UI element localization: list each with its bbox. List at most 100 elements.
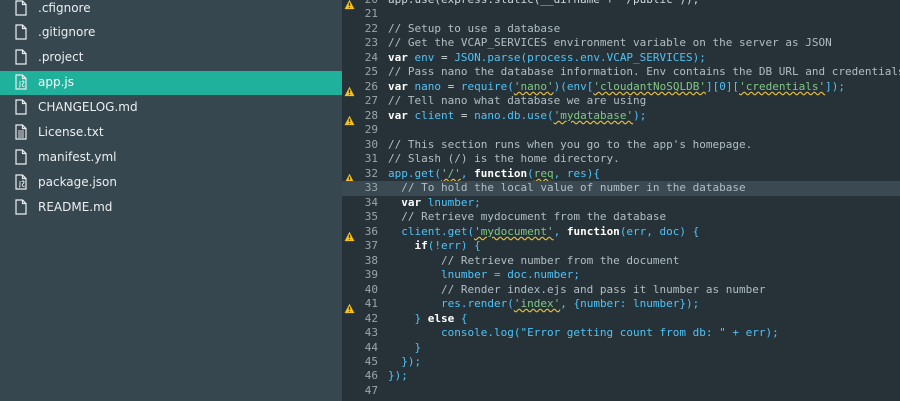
- code-token: function: [474, 166, 528, 180]
- code-token: lnumber;: [427, 195, 481, 209]
- line-number: 25: [364, 65, 378, 79]
- code-token: (!err) {: [427, 239, 481, 253]
- file-icon: [15, 149, 27, 165]
- code-line[interactable]: 24 var env = JSON.parse(process.env.VCAP_…: [342, 51, 900, 66]
- code-token: (: [527, 166, 534, 180]
- code-token: nano.db.use(: [474, 108, 554, 122]
- code-token: app.use(express.static(__dirname + '/pub…: [388, 0, 699, 6]
- code-text: console.log("Error getting count from db…: [388, 326, 779, 341]
- code-line[interactable]: 25 // Pass nano the database information.…: [342, 65, 900, 80]
- file-item[interactable]: manifest.yml: [0, 146, 342, 170]
- file-item[interactable]: License.txt: [0, 121, 342, 145]
- code-line[interactable]: 44 }: [342, 341, 900, 356]
- file-icon: [15, 24, 27, 40]
- code-token: // Render index.ejs and pass it lnumber …: [388, 282, 766, 296]
- code-line[interactable]: 40 // Render index.ejs and pass it lnumb…: [342, 283, 900, 298]
- code-token: req: [533, 166, 554, 180]
- line-number: 20: [342, 0, 378, 8]
- code-editor[interactable]: 20 app.use(express.static(__dirname + '/p…: [342, 0, 900, 401]
- file-item[interactable]: CHANGELOG.md: [0, 96, 342, 120]
- code-token: app.get(: [388, 166, 441, 180]
- file-label: License.txt: [38, 125, 104, 139]
- code-line[interactable]: 39 lnumber = doc.number;: [342, 268, 900, 283]
- file-label: .cfignore: [38, 1, 91, 15]
- file-item[interactable]: package.json: [0, 171, 342, 195]
- code-token: '/': [440, 166, 461, 180]
- line-number: 37: [364, 239, 378, 253]
- code-line[interactable]: 35 // Retrieve mydocument from the datab…: [342, 210, 900, 225]
- file-item[interactable]: .cfignore: [0, 0, 342, 21]
- code-line[interactable]: 29: [342, 123, 900, 138]
- code-line[interactable]: 42 } else {: [342, 312, 900, 327]
- line-number: 31: [364, 152, 378, 166]
- code-line[interactable]: 41 res.render('index', {number: lnumber}…: [342, 297, 900, 314]
- code-line[interactable]: 31 // Slash (/) is the home directory.: [342, 152, 900, 167]
- line-number: 47: [364, 383, 378, 397]
- code-token: =: [454, 108, 475, 122]
- code-line[interactable]: 30 // This section runs when you go to th…: [342, 138, 900, 153]
- code-token: ,: [460, 166, 475, 180]
- code-token: // To hold the local value of number in …: [388, 181, 746, 195]
- code-token: if: [414, 239, 428, 253]
- text-file-icon: [15, 124, 27, 140]
- code-text: // Pass nano the database information. E…: [388, 65, 900, 80]
- code-token: ,: [553, 224, 567, 238]
- code-text: // Setup to use a database: [388, 22, 560, 37]
- code-line[interactable]: 47: [342, 384, 900, 399]
- line-number: 35: [364, 210, 378, 224]
- code-line[interactable]: 20 app.use(express.static(__dirname + '/p…: [342, 0, 900, 10]
- code-line[interactable]: 22 // Setup to use a database: [342, 22, 900, 37]
- code-line[interactable]: 37 if(!err) {: [342, 239, 900, 254]
- code-line[interactable]: 34 var lnumber;: [342, 196, 900, 211]
- code-line[interactable]: 46});: [342, 369, 900, 384]
- code-token: // Slash (/) is the home directory.: [388, 152, 620, 166]
- line-number: 41: [364, 297, 378, 311]
- line-number: 32: [364, 166, 378, 180]
- code-line[interactable]: 27 // Tell nano what database we are usin…: [342, 94, 900, 109]
- file-icon: [15, 199, 27, 215]
- code-token: =: [434, 50, 455, 64]
- line-number: 24: [364, 50, 378, 64]
- code-text: var nano = require('nano')(env['cloudant…: [388, 80, 845, 95]
- code-token: 'nano': [513, 79, 554, 93]
- code-token: res.render(: [388, 297, 514, 311]
- file-item[interactable]: .gitignore: [0, 21, 342, 45]
- code-token: }: [388, 340, 422, 354]
- code-text: // This section runs when you go to the …: [388, 138, 752, 153]
- code-line[interactable]: 28 var client = nano.db.use('mydatabase')…: [342, 109, 900, 125]
- code-line[interactable]: 26 var nano = require('nano')(env['clouda…: [342, 79, 900, 96]
- code-line[interactable]: 21: [342, 7, 900, 22]
- file-label: package.json: [38, 175, 118, 189]
- code-token: // Get the VCAP_SERVICES environment var…: [388, 36, 832, 50]
- code-line[interactable]: 23 // Get the VCAP_SERVICES environment v…: [342, 36, 900, 51]
- code-text: app.use(express.static(__dirname + '/pub…: [388, 0, 699, 8]
- code-line[interactable]: 32 app.get('/', function(req, res){: [342, 166, 900, 183]
- code-line[interactable]: 43 console.log("Error getting count from…: [342, 326, 900, 341]
- file-item[interactable]: .project: [0, 46, 342, 70]
- code-token: // Pass nano the database information. E…: [388, 65, 900, 79]
- file-item[interactable]: README.md: [0, 196, 342, 220]
- code-text: var client = nano.db.use('mydatabase');: [388, 109, 646, 124]
- code-line[interactable]: 33 // To hold the local value of number …: [342, 181, 900, 196]
- line-number: 44: [364, 340, 378, 354]
- code-line[interactable]: 36 client.get('mydocument', function(err…: [342, 224, 900, 241]
- code-token: // Retrieve number from the document: [388, 253, 680, 267]
- line-number: 40: [364, 282, 378, 296]
- file-item[interactable]: app.js: [0, 71, 342, 95]
- file-icon: [15, 49, 27, 65]
- code-text: lnumber = doc.number;: [388, 268, 580, 283]
- code-text: }: [388, 341, 421, 356]
- code-line[interactable]: 45 });: [342, 355, 900, 370]
- code-text: // Retrieve mydocument from the database: [388, 210, 666, 225]
- line-number: 26: [364, 79, 378, 93]
- file-label: app.js: [38, 75, 74, 89]
- code-text: app.get('/', function(req, res){: [388, 167, 600, 182]
- file-label: .gitignore: [38, 25, 96, 39]
- code-text: // To hold the local value of number in …: [388, 181, 746, 196]
- code-text: } else {: [388, 312, 467, 327]
- code-line[interactable]: 38 // Retrieve number from the document: [342, 254, 900, 269]
- code-token: 'cloudantNoSQLDB': [593, 79, 706, 93]
- file-label: .project: [38, 50, 84, 64]
